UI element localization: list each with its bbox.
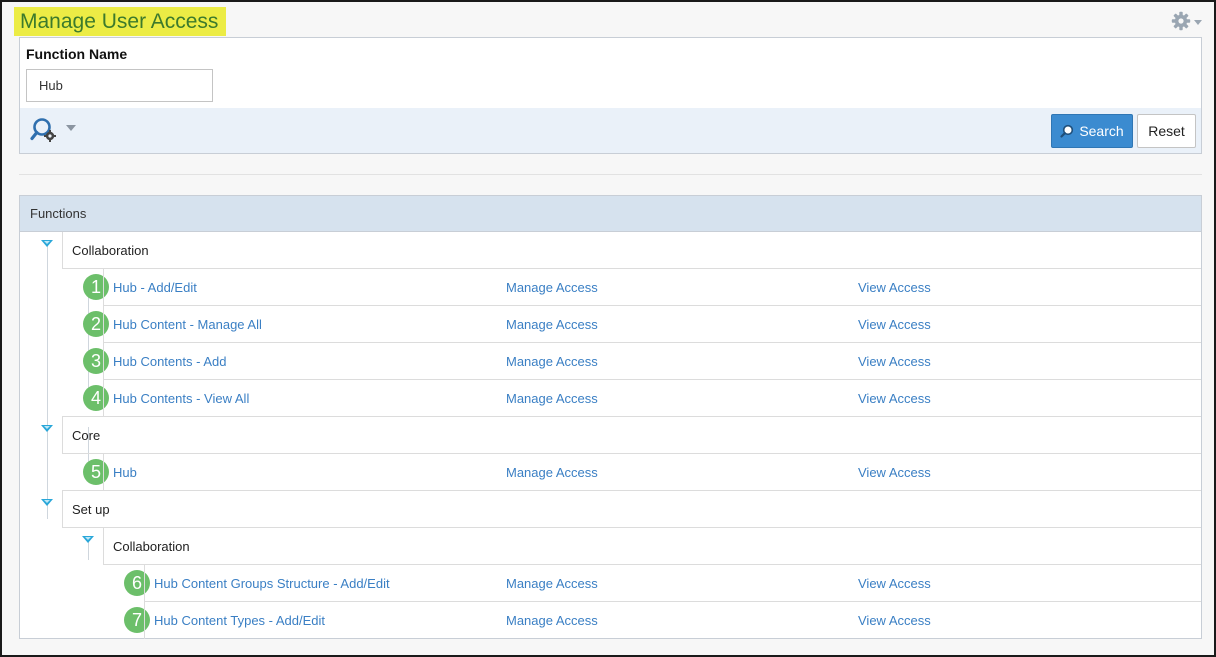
function-link[interactable]: Hub Content Types - Add/Edit [154,613,325,628]
search-button-label: Search [1079,123,1124,139]
tree-group-row: Core [20,417,1201,454]
function-link[interactable]: Hub Contents - Add [113,354,226,369]
view-access-link[interactable]: View Access [858,391,931,406]
filter-panel: Function Name Hub Search Reset [19,37,1202,154]
expand-toggle-icon[interactable] [41,240,53,247]
filter-toolbar: Search Reset [20,108,1201,153]
functions-header: Functions [20,196,1201,232]
view-access-link[interactable]: View Access [858,465,931,480]
chevron-down-icon [1194,19,1202,25]
step-badge: 2 [83,311,109,337]
manage-access-link[interactable]: Manage Access [506,317,598,332]
manage-access-link[interactable]: Manage Access [506,465,598,480]
chevron-down-icon [66,125,76,131]
function-link[interactable]: Hub - Add/Edit [113,280,197,295]
manage-access-link[interactable]: Manage Access [506,354,598,369]
step-badge: 6 [124,570,150,596]
view-access-link[interactable]: View Access [858,280,931,295]
app-window: Manage User Access Function Name Hub Sea… [0,0,1216,657]
function-link[interactable]: Hub [113,465,137,480]
step-badge: 1 [83,274,109,300]
function-row: 2 Hub Content - Manage All Manage Access… [20,306,1201,343]
function-name-label: Function Name [26,46,128,62]
advanced-search-menu[interactable] [30,118,76,144]
page-title: Manage User Access [14,7,227,36]
function-name-input[interactable] [26,69,213,102]
tree-group-row: Set up [20,491,1201,528]
settings-menu[interactable] [1171,11,1202,31]
view-access-link[interactable]: View Access [858,613,931,628]
reset-button[interactable]: Reset [1137,114,1196,148]
manage-access-link[interactable]: Manage Access [506,391,598,406]
function-link[interactable]: Hub Content Groups Structure - Add/Edit [154,576,390,591]
function-link[interactable]: Hub Contents - View All [113,391,249,406]
manage-access-link[interactable]: Manage Access [506,280,598,295]
view-access-link[interactable]: View Access [858,354,931,369]
group-label: Set up [72,502,110,517]
function-row: 7 Hub Content Types - Add/Edit Manage Ac… [20,602,1201,639]
manage-access-link[interactable]: Manage Access [506,613,598,628]
view-access-link[interactable]: View Access [858,576,931,591]
step-badge: 5 [83,459,109,485]
divider [19,174,1202,175]
step-badge: 4 [83,385,109,411]
step-badge: 3 [83,348,109,374]
search-button[interactable]: Search [1051,114,1133,148]
function-row: 4 Hub Contents - View All Manage Access … [20,380,1201,417]
subgroup-label: Collaboration [113,539,190,554]
expand-toggle-icon[interactable] [41,499,53,506]
function-row: 5 Hub Manage Access View Access [20,454,1201,491]
group-label: Core [72,428,101,443]
function-row: 3 Hub Contents - Add Manage Access View … [20,343,1201,380]
search-icon [1060,124,1074,138]
step-badge: 7 [124,607,150,633]
tree-group-row: Collaboration [20,232,1201,269]
function-row: 6 Hub Content Groups Structure - Add/Edi… [20,565,1201,602]
tree-subgroup-row: Collaboration [20,528,1201,565]
group-label: Collaboration [72,243,149,258]
gear-icon [1171,11,1191,31]
manage-access-link[interactable]: Manage Access [506,576,598,591]
function-row: 1 Hub - Add/Edit Manage Access View Acce… [20,269,1201,306]
expand-toggle-icon[interactable] [41,425,53,432]
search-gear-icon [30,118,56,142]
expand-toggle-icon[interactable] [82,536,94,543]
functions-panel: Functions Collaboration 1 Hub - Add/Edit… [19,195,1202,639]
function-link[interactable]: Hub Content - Manage All [113,317,262,332]
view-access-link[interactable]: View Access [858,317,931,332]
